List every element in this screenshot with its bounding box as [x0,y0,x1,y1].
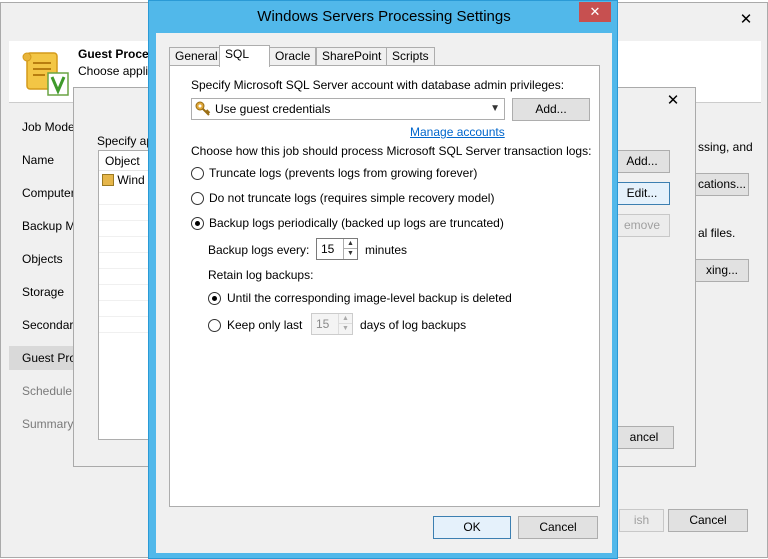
manage-accounts-link[interactable]: Manage accounts [410,125,505,139]
mid-remove-button: emove [614,214,670,237]
spin-down-icon[interactable]: ▼ [343,249,357,259]
do-not-truncate-label[interactable]: Do not truncate logs (requires simple re… [209,191,494,205]
retain-until-deleted-label[interactable]: Until the corresponding image-level back… [227,291,512,305]
dialog-body: General SQL Oracle SharePoint Scripts Sp… [156,33,612,553]
tab-oracle[interactable]: Oracle [269,47,317,66]
account-value: Use guest credentials [215,102,331,116]
tab-general[interactable]: General [169,47,224,66]
wizard-header-subtitle: Choose appli [78,64,149,78]
sql-settings-dialog: Windows Servers Processing Settings ✕ Ge… [148,0,618,559]
indexing-button[interactable]: xing... [695,259,749,282]
retain-label: Retain log backups: [208,268,314,282]
tab-sharepoint[interactable]: SharePoint [316,47,388,66]
wizard-cancel-button[interactable]: Cancel [668,509,748,532]
key-icon [195,101,211,116]
retain-until-deleted-radio[interactable] [208,292,221,305]
truncate-logs-radio[interactable] [191,167,204,180]
applications-button[interactable]: cations... [695,173,749,196]
step-name[interactable]: Name [9,148,79,172]
mid-add-button[interactable]: Add... [614,150,670,173]
mid-edit-button[interactable]: Edit... [614,182,670,205]
guest-processing-text-2: al files. [698,226,736,240]
account-label: Specify Microsoft SQL Server account wit… [191,78,565,92]
finish-button: ish [619,509,664,532]
dialog-close-icon[interactable]: ✕ [579,2,611,22]
minutes-label: minutes [365,243,408,257]
backup-interval-value[interactable]: 15 [321,239,334,259]
step-summary: Summary [22,417,74,431]
guest-processing-text-1: ssing, and [698,140,753,154]
specify-apps-label: Specify ap [97,134,154,148]
account-select[interactable]: Use guest credentials ▼ [191,98,505,120]
step-computers[interactable]: Computer [9,181,79,205]
step-guest-processing[interactable]: Guest Pro [9,346,75,370]
wizard-close-icon[interactable]: ✕ [733,10,759,30]
backup-every-label: Backup logs every: [208,243,310,257]
keep-days-value: 15 [316,317,330,331]
sql-tab-page: Specify Microsoft SQL Server account wit… [169,65,600,507]
backup-logs-label[interactable]: Backup logs periodically (backed up logs… [209,216,504,230]
days-label: days of log backups [360,318,467,332]
step-backup-mode[interactable]: Backup M [9,214,79,238]
keep-days-stepper: 15 ▲ ▼ [311,313,353,335]
list-item-label: Wind [117,173,145,187]
backup-interval-stepper[interactable]: 15 ▲ ▼ [316,238,358,260]
mid-close-icon[interactable]: ✕ [660,91,686,111]
wizard-header-title: Guest Proces [78,47,156,61]
ok-button[interactable]: OK [433,516,511,539]
step-objects[interactable]: Objects [9,247,79,271]
mid-cancel-button[interactable]: ancel [614,426,674,449]
tab-sql[interactable]: SQL [219,45,270,67]
log-choice-label: Choose how this job should process Micro… [191,144,592,158]
tab-scripts[interactable]: Scripts [386,47,435,66]
do-not-truncate-radio[interactable] [191,192,204,205]
step-schedule: Schedule [22,384,73,398]
server-icon [102,174,114,186]
add-account-button[interactable]: Add... [512,98,590,121]
scroll-check-icon [22,52,69,96]
spin-up-icon[interactable]: ▲ [343,239,357,249]
keep-only-last-radio[interactable] [208,319,221,332]
backup-logs-radio[interactable] [191,217,204,230]
step-job-mode[interactable]: Job Mode [9,115,79,139]
spin-down-icon: ▼ [338,324,352,334]
chevron-down-icon[interactable]: ▼ [490,99,500,119]
dialog-cancel-button[interactable]: Cancel [518,516,598,539]
dialog-title: Windows Servers Processing Settings [257,8,511,25]
truncate-logs-label[interactable]: Truncate logs (prevents logs from growin… [209,166,477,180]
keep-only-last-label[interactable]: Keep only last [227,318,302,332]
step-secondary[interactable]: Secondary [9,313,79,337]
step-storage[interactable]: Storage [9,280,79,304]
spin-up-icon: ▲ [338,314,352,324]
